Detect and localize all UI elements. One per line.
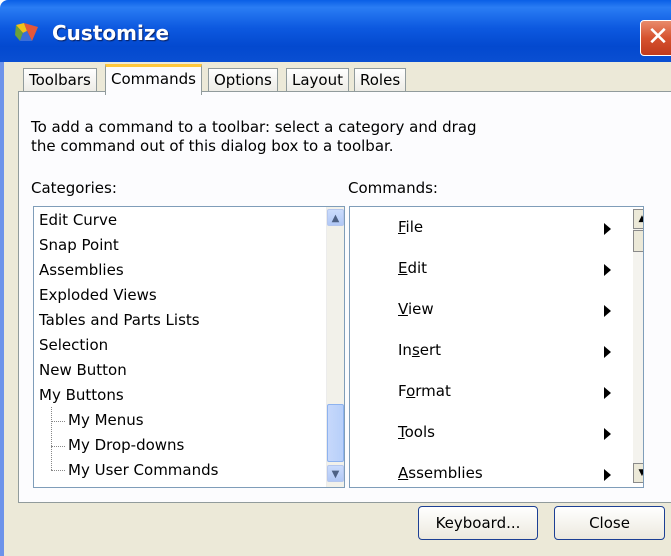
submenu-arrow-icon	[604, 264, 611, 276]
close-icon: ✕	[647, 22, 669, 52]
label-text: dit	[407, 259, 428, 277]
list-item[interactable]: Edit Curve	[39, 208, 117, 233]
list-item[interactable]: My Buttons	[39, 383, 124, 408]
tab-label: Toolbars	[29, 71, 91, 89]
chevron-down-icon: ▼	[639, 468, 643, 478]
label-text: ssemblies	[408, 464, 483, 482]
menu-item-file[interactable]: File	[350, 207, 620, 248]
label-text: ile	[405, 218, 424, 236]
tab-commands[interactable]: Commands	[105, 64, 202, 95]
window-title: Customize	[52, 21, 170, 45]
customize-dialog: Customize ✕ Toolbars Commands Options La…	[0, 0, 671, 556]
menu-item-label: Edit	[398, 259, 427, 277]
menu-item-label: File	[398, 218, 423, 236]
close-window-button[interactable]: ✕	[640, 20, 671, 56]
mnemonic: V	[398, 300, 408, 318]
categories-list[interactable]: Edit Curve Snap Point Assemblies Explode…	[33, 206, 345, 488]
list-item[interactable]: Tables and Parts Lists	[39, 308, 200, 333]
tree-line	[51, 446, 65, 447]
list-item[interactable]: Exploded Views	[39, 283, 157, 308]
submenu-arrow-icon	[604, 223, 611, 235]
dialog-client: Toolbars Commands Options Layout Roles T…	[4, 62, 671, 556]
menu-item-tools[interactable]: Tools	[350, 412, 620, 453]
menu-item-assemblies[interactable]: Assemblies	[350, 453, 620, 487]
menu-item-label: Insert	[398, 341, 441, 359]
mnemonic: F	[398, 218, 406, 236]
commands-tab-panel: To add a command to a toolbar: select a …	[18, 91, 671, 503]
instruction-line: To add a command to a toolbar: select a …	[31, 118, 477, 136]
commands-scrollbar[interactable]: ▲ ▼	[633, 207, 643, 487]
submenu-arrow-icon	[604, 469, 611, 481]
tab-label: Commands	[111, 70, 196, 88]
menu-item-label: Format	[398, 382, 451, 400]
list-item[interactable]: My Drop-downs	[68, 433, 184, 458]
label-text: ert	[419, 341, 442, 359]
instruction-line: the command out of this dialog box to a …	[31, 137, 394, 155]
tree-line	[51, 470, 65, 471]
mnemonic: s	[411, 341, 420, 359]
tab-label: Options	[214, 71, 272, 89]
scroll-down-button[interactable]: ▼	[327, 465, 344, 482]
menu-item-label: View	[398, 300, 434, 318]
categories-label: Categories:	[31, 179, 117, 197]
submenu-arrow-icon	[604, 305, 611, 317]
chevron-up-icon: ▲	[331, 213, 340, 224]
label-text: rmat	[415, 382, 451, 400]
list-item[interactable]: Selection	[39, 333, 108, 358]
scroll-track[interactable]	[633, 229, 643, 463]
list-item[interactable]: Assemblies	[39, 258, 124, 283]
label-text: F	[398, 382, 407, 400]
categories-scrollbar[interactable]: ▲ ▼	[326, 207, 344, 487]
chevron-up-icon: ▲	[639, 214, 643, 224]
submenu-arrow-icon	[604, 387, 611, 399]
submenu-arrow-icon	[604, 346, 611, 358]
title-bar[interactable]: Customize ✕	[0, 0, 671, 62]
label-text: ools	[404, 423, 435, 441]
instruction-text: To add a command to a toolbar: select a …	[31, 118, 651, 156]
scroll-up-button[interactable]: ▲	[327, 209, 344, 226]
scroll-thumb[interactable]	[633, 230, 643, 252]
window-frame: Toolbars Commands Options Layout Roles T…	[0, 62, 671, 556]
tab-label: Roles	[360, 71, 401, 89]
tab-toolbars[interactable]: Toolbars	[23, 68, 97, 92]
label-text: iew	[407, 300, 434, 318]
scroll-down-button[interactable]: ▼	[633, 463, 643, 483]
commands-label: Commands:	[348, 179, 438, 197]
menu-item-edit[interactable]: Edit	[350, 248, 620, 289]
mnemonic: T	[398, 423, 405, 441]
scroll-thumb[interactable]	[327, 404, 344, 462]
tab-roles[interactable]: Roles	[354, 68, 407, 92]
menu-item-label: Assemblies	[398, 464, 483, 482]
app-icon	[15, 23, 38, 41]
tab-layout[interactable]: Layout	[286, 68, 349, 92]
list-item[interactable]: Snap Point	[39, 233, 119, 258]
menu-item-label: Tools	[398, 423, 435, 441]
chevron-down-icon: ▼	[331, 469, 340, 480]
list-item[interactable]: My Menus	[68, 408, 144, 433]
list-item[interactable]: New Button	[39, 358, 127, 383]
menu-item-view[interactable]: View	[350, 289, 620, 330]
mnemonic: o	[406, 382, 416, 400]
tab-options[interactable]: Options	[208, 68, 278, 92]
tab-label: Layout	[292, 71, 343, 89]
mnemonic: A	[398, 464, 409, 482]
scroll-up-button[interactable]: ▲	[633, 209, 643, 229]
tree-line	[51, 407, 52, 470]
label-text: In	[398, 341, 412, 359]
submenu-arrow-icon	[604, 428, 611, 440]
tree-line	[51, 421, 65, 422]
keyboard-button[interactable]: Keyboard...	[418, 506, 538, 540]
menu-item-format[interactable]: Format	[350, 371, 620, 412]
menu-item-insert[interactable]: Insert	[350, 330, 620, 371]
list-item[interactable]: My User Commands	[68, 458, 218, 483]
close-button[interactable]: Close	[554, 506, 665, 540]
commands-list[interactable]: File Edit View Insert Format Tools Assem…	[349, 206, 644, 488]
